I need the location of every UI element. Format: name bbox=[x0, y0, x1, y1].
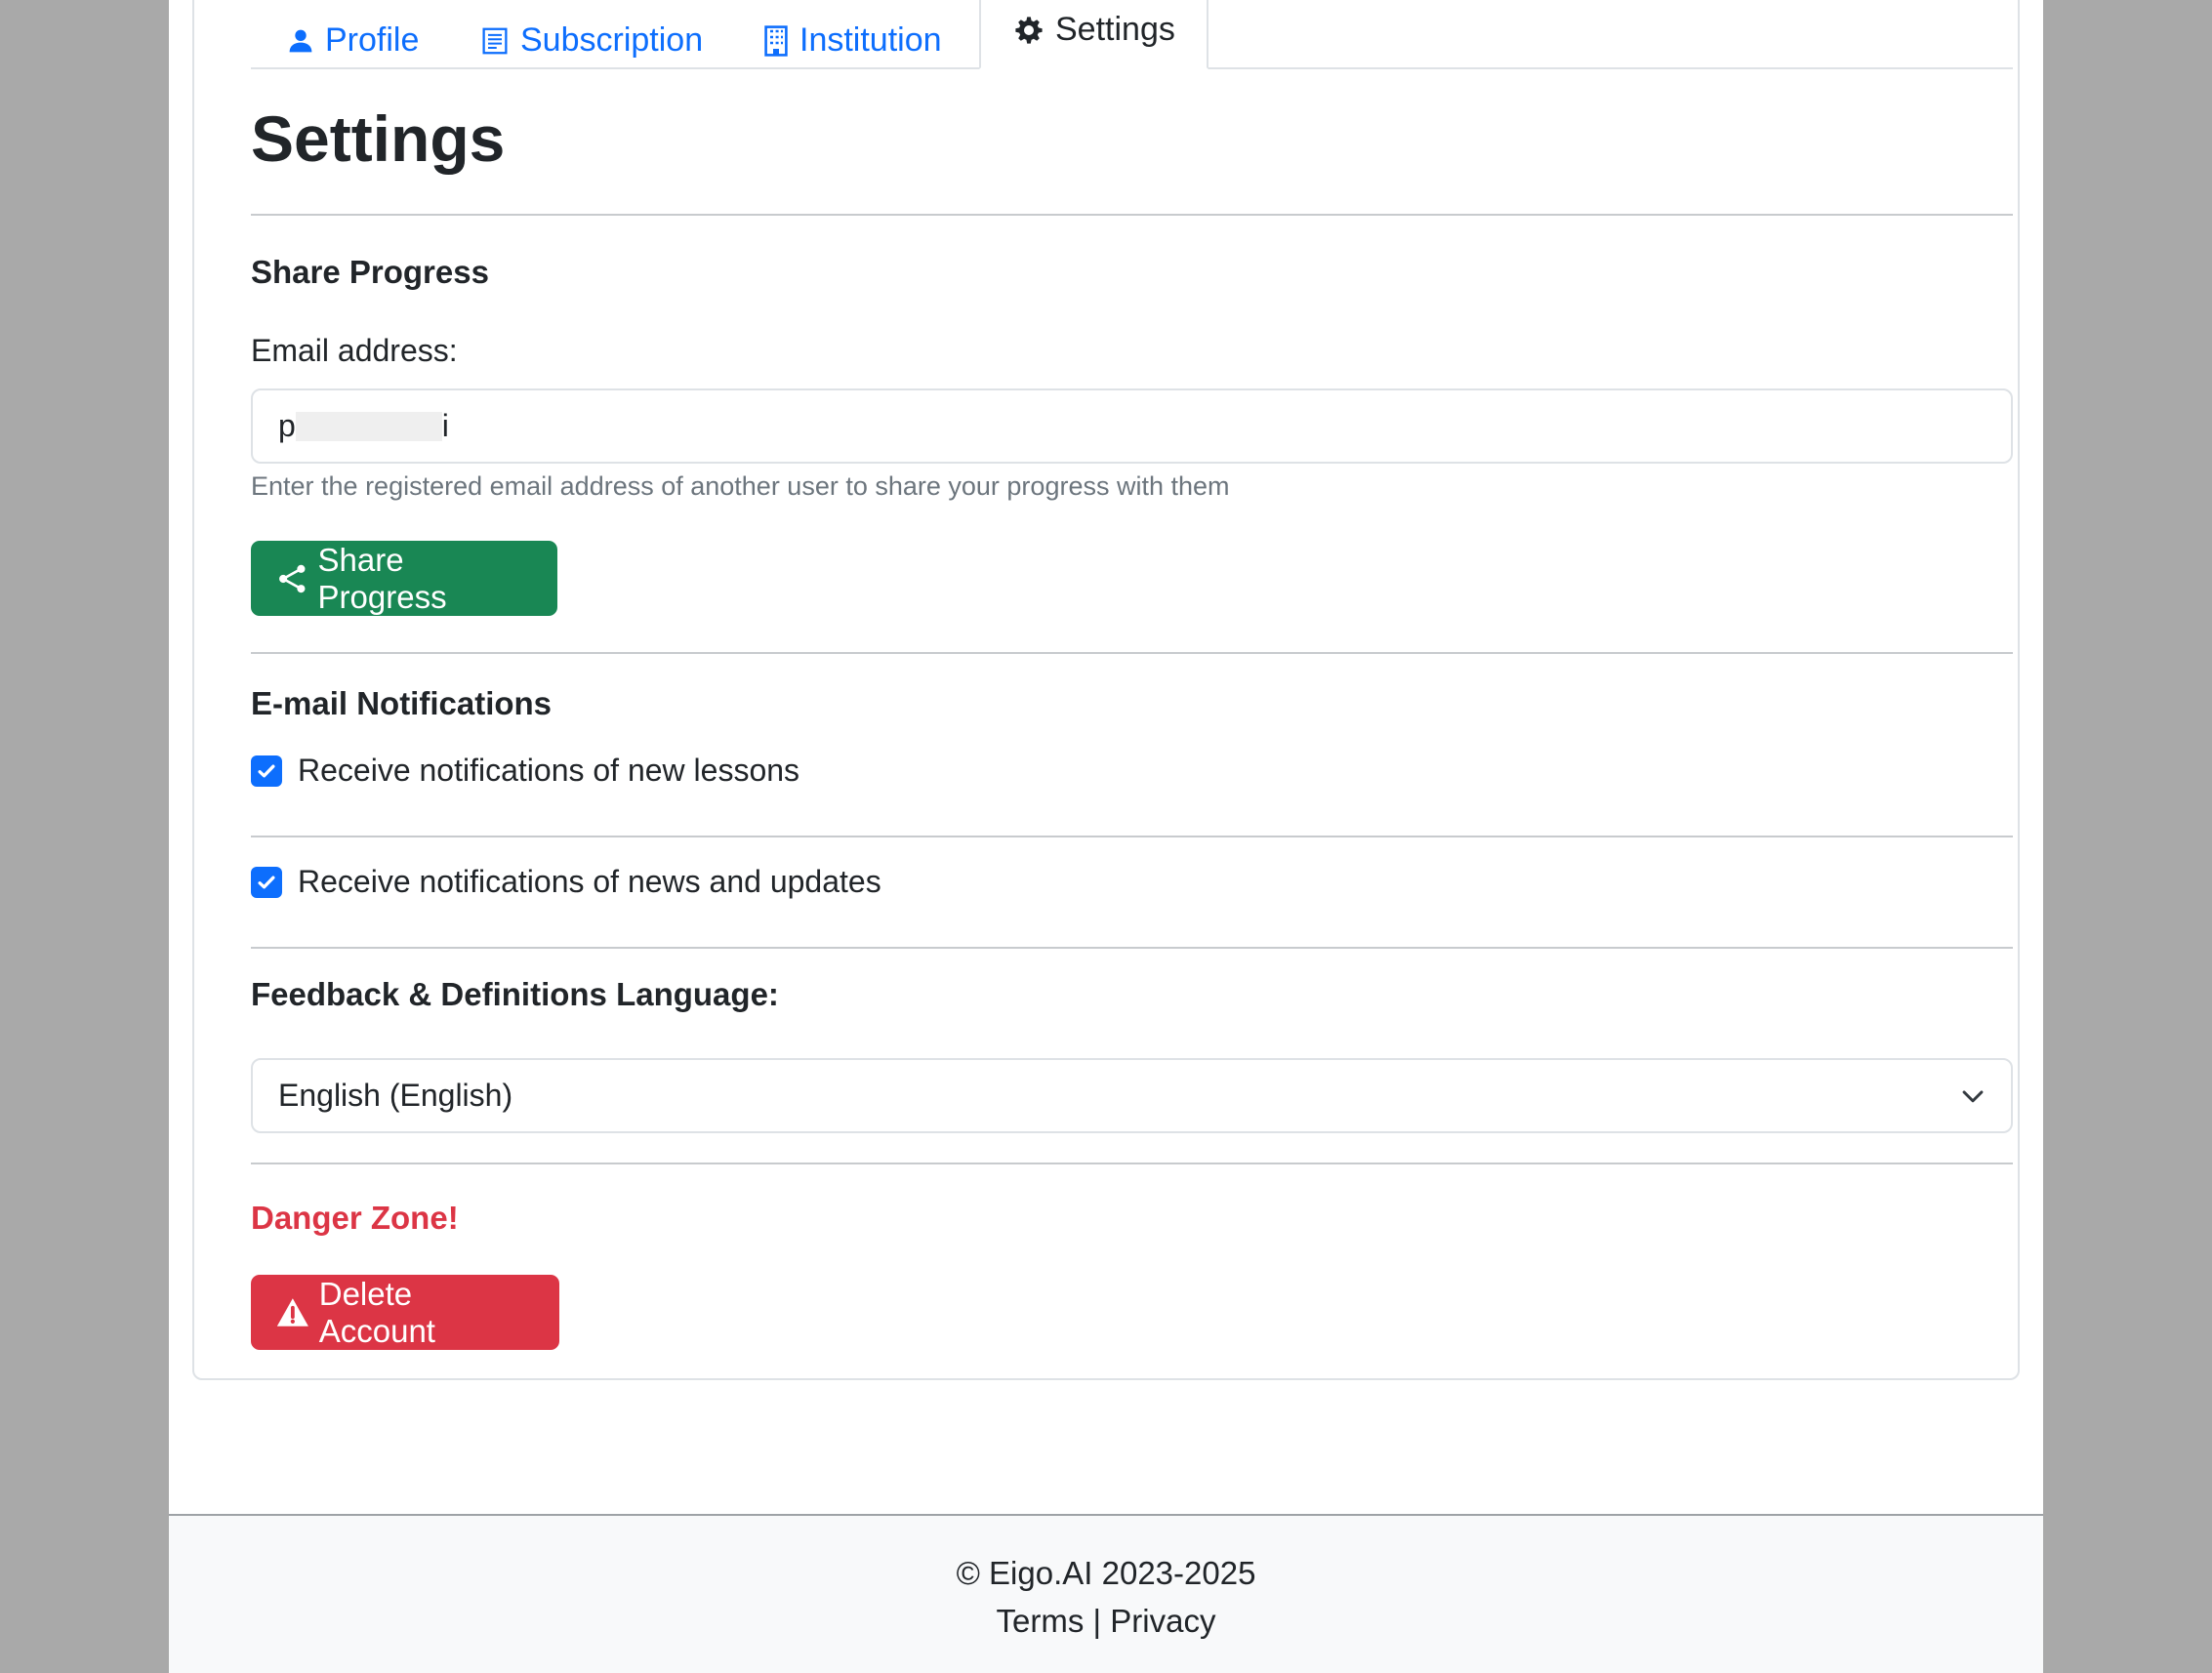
email-value-end: i bbox=[441, 408, 449, 443]
delete-account-button[interactable]: Delete Account bbox=[251, 1275, 559, 1350]
divider bbox=[251, 214, 2013, 216]
page-title: Settings bbox=[251, 102, 506, 175]
footer: © Eigo.AI 2023-2025 Terms | Privacy bbox=[169, 1514, 2043, 1673]
tab-subscription[interactable]: Subscription bbox=[481, 2, 703, 79]
email-label: Email address: bbox=[251, 333, 458, 368]
tab-institution[interactable]: Institution bbox=[764, 2, 942, 79]
share-progress-button[interactable]: Share Progress bbox=[251, 541, 557, 616]
language-selected-value: English (English) bbox=[278, 1078, 513, 1113]
tab-bar: Profile Subscription Institution Setting… bbox=[251, 0, 2013, 69]
warning-icon bbox=[276, 1297, 308, 1326]
check-icon bbox=[258, 764, 275, 777]
danger-zone-heading: Danger Zone! bbox=[251, 1200, 459, 1236]
email-value-start: p bbox=[278, 408, 296, 443]
footer-links: Terms | Privacy bbox=[169, 1603, 2043, 1640]
notification-news-updates: Receive notifications of news and update… bbox=[251, 864, 881, 900]
check-icon bbox=[258, 876, 275, 888]
tab-label: Subscription bbox=[520, 21, 704, 59]
new-lessons-label[interactable]: Receive notifications of new lessons bbox=[298, 753, 799, 789]
redacted-text bbox=[295, 411, 442, 441]
divider bbox=[251, 652, 2013, 654]
share-progress-button-label: Share Progress bbox=[317, 541, 447, 615]
privacy-link[interactable]: Privacy bbox=[1110, 1603, 1215, 1639]
person-icon bbox=[289, 29, 312, 52]
news-updates-label[interactable]: Receive notifications of news and update… bbox=[298, 864, 881, 900]
terms-link[interactable]: Terms bbox=[997, 1603, 1085, 1639]
delete-account-button-label: Delete Account bbox=[318, 1275, 435, 1349]
notification-new-lessons: Receive notifications of new lessons bbox=[251, 753, 799, 789]
email-field[interactable]: pi bbox=[251, 388, 2013, 464]
tab-label: Settings bbox=[1055, 11, 1175, 48]
email-help-text: Enter the registered email address of an… bbox=[251, 471, 1230, 501]
divider bbox=[251, 947, 2013, 949]
share-progress-heading: Share Progress bbox=[251, 254, 489, 290]
building-icon bbox=[764, 24, 788, 57]
share-icon bbox=[279, 564, 306, 592]
divider bbox=[251, 1163, 2013, 1164]
receipt-icon bbox=[482, 27, 508, 54]
copyright: © Eigo.AI 2023-2025 bbox=[956, 1555, 1256, 1591]
tab-settings[interactable]: Settings bbox=[979, 0, 1208, 69]
new-lessons-checkbox[interactable] bbox=[251, 755, 282, 787]
divider bbox=[251, 836, 2013, 837]
tab-label: Institution bbox=[799, 21, 942, 59]
gear-icon bbox=[1015, 16, 1043, 44]
email-notifications-heading: E-mail Notifications bbox=[251, 685, 553, 721]
language-heading: Feedback & Definitions Language: bbox=[251, 976, 779, 1012]
chevron-down-icon bbox=[1962, 1089, 1984, 1102]
settings-card: Profile Subscription Institution Setting… bbox=[192, 0, 2020, 1380]
tab-label: Profile bbox=[325, 21, 420, 59]
page: Profile Subscription Institution Setting… bbox=[169, 0, 2043, 1673]
link-separator: | bbox=[1092, 1603, 1102, 1639]
language-select[interactable]: English (English) bbox=[251, 1058, 2013, 1133]
tab-profile[interactable]: Profile bbox=[288, 2, 419, 79]
news-updates-checkbox[interactable] bbox=[251, 866, 282, 898]
